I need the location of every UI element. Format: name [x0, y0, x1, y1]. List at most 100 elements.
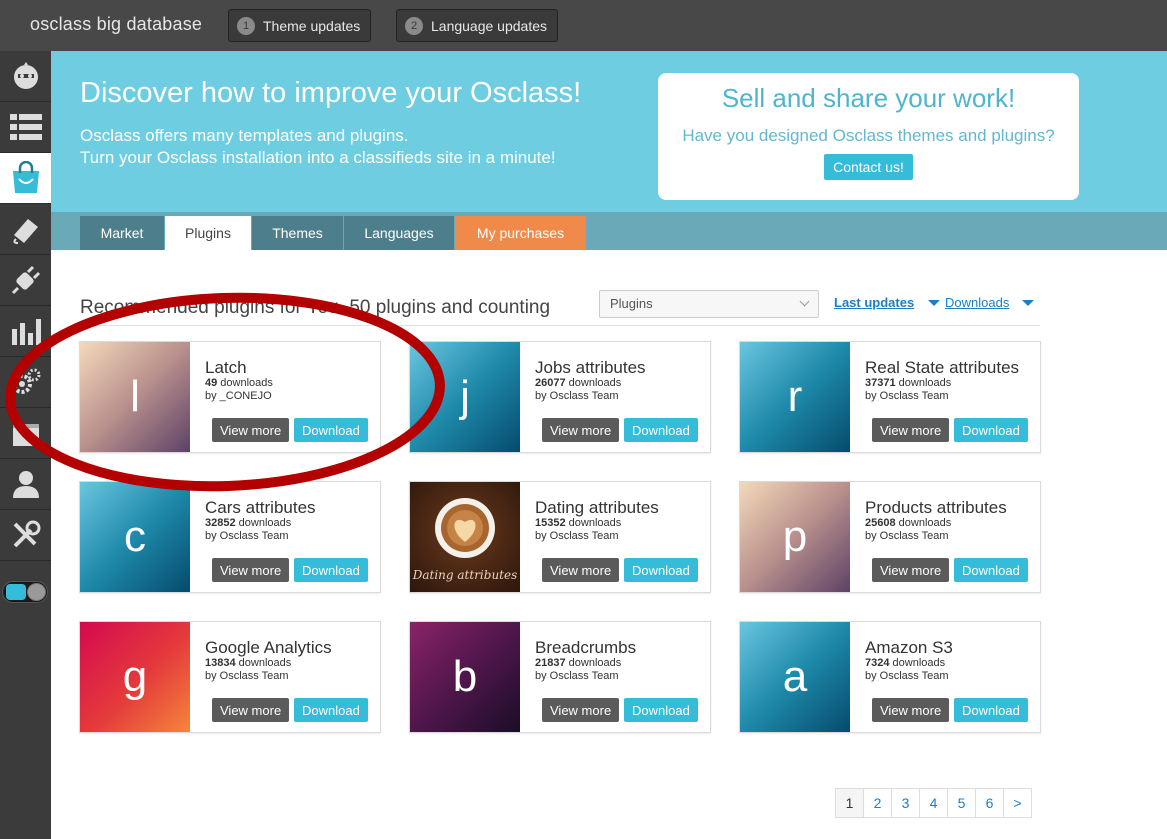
view-more-button[interactable]: View more — [872, 418, 950, 442]
page-4[interactable]: 4 — [919, 788, 948, 818]
top-bar: osclass big database 1 Theme updates 2 L… — [0, 0, 1167, 51]
page-3[interactable]: 3 — [891, 788, 920, 818]
plugin-card-jobs-attributes: j Jobs attributes 26077 downloads by Osc… — [409, 341, 711, 453]
download-button[interactable]: Download — [624, 418, 698, 442]
view-more-button[interactable]: View more — [542, 418, 620, 442]
plugin-card-products-attributes: p Products attributes 25608 downloads by… — [739, 481, 1041, 593]
plugin-author: by Osclass Team — [535, 670, 619, 682]
view-more-button[interactable]: View more — [872, 698, 950, 722]
tab-my-purchases[interactable]: My purchases — [455, 216, 586, 250]
page-2[interactable]: 2 — [863, 788, 892, 818]
toggle-knob — [27, 583, 46, 601]
tab-languages[interactable]: Languages — [344, 216, 454, 250]
download-button[interactable]: Download — [294, 698, 368, 722]
plugin-thumbnail[interactable]: Dating attributes — [410, 482, 520, 592]
page-6[interactable]: 6 — [975, 788, 1004, 818]
tab-market[interactable]: Market — [80, 216, 164, 250]
plugin-card-amazon-s3: a Amazon S3 7324 downloads by Osclass Te… — [739, 621, 1041, 733]
sidebar-item-users[interactable] — [0, 459, 51, 510]
download-button[interactable]: Download — [294, 558, 368, 582]
plugin-name: Google Analytics — [205, 638, 332, 657]
appearance-icon — [12, 219, 38, 244]
view-more-button[interactable]: View more — [542, 558, 620, 582]
sidebar-item-stats[interactable] — [0, 306, 51, 357]
site-title[interactable]: osclass big database — [30, 14, 202, 35]
sell-title: Sell and share your work! — [721, 83, 1016, 113]
plugin-thumbnail[interactable]: b — [410, 622, 520, 732]
sidebar-item-pages[interactable] — [0, 408, 51, 459]
section-title: Recommended plugins for You. 50 plugins … — [80, 297, 551, 318]
plugin-thumbnail[interactable]: a — [740, 622, 850, 732]
view-more-button[interactable]: View more — [212, 558, 290, 582]
banner-title: Discover how to improve your Osclass! — [80, 77, 582, 109]
view-more-button[interactable]: View more — [542, 698, 620, 722]
sort-last-updates-arrow-icon[interactable] — [928, 300, 940, 306]
plugin-thumbnail[interactable]: l — [80, 342, 190, 452]
sell-subtitle: Have you designed Osclass themes and plu… — [682, 126, 1055, 145]
view-more-button[interactable]: View more — [872, 558, 950, 582]
toggle-check-icon — [6, 584, 26, 600]
plugin-author: by Osclass Team — [535, 530, 619, 542]
plugin-name: Cars attributes — [205, 498, 316, 517]
sidebar-item-appearance[interactable] — [0, 204, 51, 255]
plugin-downloads: 25608 downloads — [865, 517, 952, 529]
language-updates-button[interactable]: 2 Language updates — [396, 9, 558, 42]
plugin-author: by Osclass Team — [865, 390, 949, 402]
plugin-card-google-analytics: g Google Analytics 13834 downloads by Os… — [79, 621, 381, 733]
sort-downloads-link[interactable]: Downloads — [945, 295, 1009, 310]
plugin-name: Jobs attributes — [535, 358, 646, 377]
plugin-name: Amazon S3 — [865, 638, 953, 657]
plugin-author: by Osclass Team — [535, 390, 619, 402]
language-updates-count: 2 — [405, 16, 423, 35]
sidebar-item-listings[interactable] — [0, 102, 51, 153]
admin-sidebar — [0, 51, 51, 839]
contact-us-button[interactable]: Contact us! — [824, 154, 913, 180]
page-1[interactable]: 1 — [835, 788, 864, 818]
plugin-name: Latch — [205, 358, 247, 377]
download-button[interactable]: Download — [294, 418, 368, 442]
theme-updates-count: 1 — [237, 16, 255, 35]
plugin-author: by _CONEJO — [205, 390, 272, 402]
plugin-thumbnail[interactable]: j — [410, 342, 520, 452]
view-more-button[interactable]: View more — [212, 698, 290, 722]
pages-icon — [12, 424, 39, 446]
sort-last-updates-link[interactable]: Last updates — [834, 295, 914, 310]
coffee-heart-icon — [435, 498, 495, 558]
tab-plugins[interactable]: Plugins — [165, 216, 251, 250]
sidebar-toggle[interactable] — [2, 581, 48, 603]
plugin-card-cars-attributes: c Cars attributes 32852 downloads by Osc… — [79, 481, 381, 593]
banner-line-1: Osclass offers many templates and plugin… — [80, 126, 409, 145]
market-bag-icon — [12, 161, 39, 193]
plugin-downloads: 37371 downloads — [865, 377, 952, 389]
plugin-author: by Osclass Team — [865, 530, 949, 542]
download-button[interactable]: Download — [624, 558, 698, 582]
plugin-downloads: 32852 downloads — [205, 517, 292, 529]
sidebar-item-plugins[interactable] — [0, 255, 51, 306]
plugin-thumbnail[interactable]: r — [740, 342, 850, 452]
view-more-button[interactable]: View more — [212, 418, 290, 442]
download-button[interactable]: Download — [954, 418, 1028, 442]
chevron-down-icon — [799, 296, 810, 307]
download-button[interactable]: Download — [624, 698, 698, 722]
plugin-thumbnail[interactable]: g — [80, 622, 190, 732]
pagination: 1 2 3 4 5 6 > — [835, 788, 1032, 818]
plugin-downloads: 49 downloads — [205, 377, 273, 389]
tools-icon — [13, 520, 40, 548]
theme-updates-button[interactable]: 1 Theme updates — [228, 9, 372, 42]
sort-downloads-arrow-icon[interactable] — [1022, 300, 1034, 306]
sidebar-item-settings[interactable] — [0, 357, 51, 408]
plugins-icon — [11, 265, 40, 295]
plugin-thumbnail[interactable]: p — [740, 482, 850, 592]
sidebar-item-market[interactable] — [0, 153, 51, 204]
plugin-thumbnail[interactable]: c — [80, 482, 190, 592]
plugin-card-dating-attributes: Dating attributes Dating attributes 1535… — [409, 481, 711, 593]
type-select[interactable]: Plugins — [599, 290, 819, 318]
sidebar-item-tools[interactable] — [0, 510, 51, 561]
tab-themes[interactable]: Themes — [252, 216, 343, 250]
sidebar-item-dashboard[interactable] — [0, 51, 51, 102]
download-button[interactable]: Download — [954, 698, 1028, 722]
page-5[interactable]: 5 — [947, 788, 976, 818]
market-tabs: Market Plugins Themes Languages My purch… — [51, 212, 1167, 250]
download-button[interactable]: Download — [954, 558, 1028, 582]
page-next[interactable]: > — [1003, 788, 1032, 818]
